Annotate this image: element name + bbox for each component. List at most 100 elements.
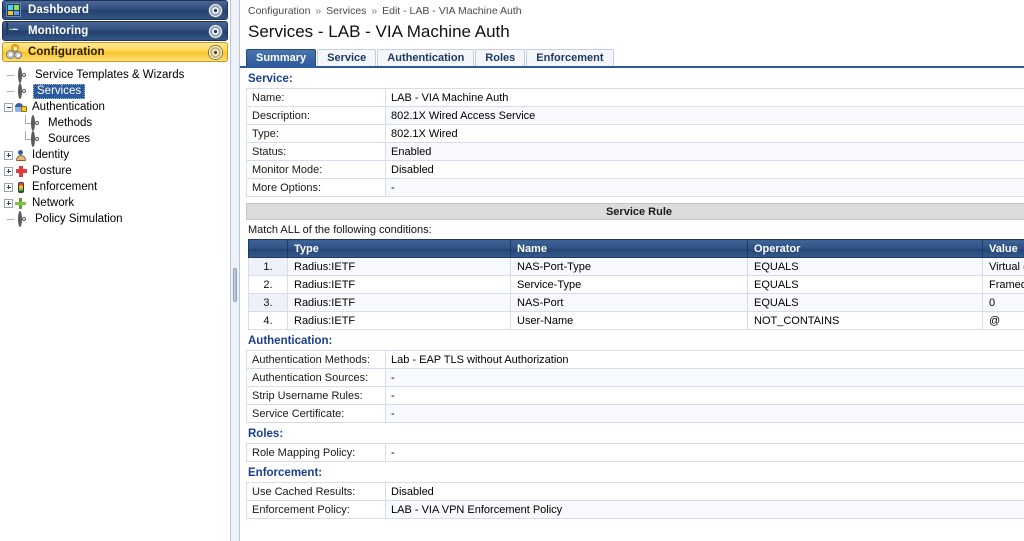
- tree-expand-icon[interactable]: [4, 166, 13, 176]
- tab-roles[interactable]: Roles: [475, 49, 526, 66]
- service-rule-banner: Service Rule: [246, 203, 1024, 220]
- row-value: Lab - EAP TLS without Authorization: [385, 350, 1024, 369]
- application-window: Dashboard Monitoring Configuration Servi…: [0, 0, 1024, 541]
- row-value: Disabled: [385, 482, 1024, 501]
- gear-icon: [18, 211, 30, 227]
- main-content: Configuration » Services » Edit - LAB - …: [240, 0, 1024, 541]
- collapse-toggle-icon[interactable]: [209, 24, 222, 38]
- table-row: Enforcement Policy: LAB - VIA VPN Enforc…: [246, 500, 1024, 519]
- row-label: Service Certificate:: [246, 404, 386, 423]
- network-icon: [15, 197, 27, 210]
- sidebar-item-authentication[interactable]: Authentication: [0, 99, 230, 115]
- table-row: Name: LAB - VIA Machine Auth: [246, 88, 1024, 107]
- sidebar-item-policy-simulation[interactable]: Policy Simulation: [0, 211, 230, 227]
- sidebar-item-label: Services: [33, 83, 86, 99]
- table-row: Type: 802.1X Wired: [246, 124, 1024, 143]
- table-row: Status: Enabled: [246, 142, 1024, 161]
- row-index: 1.: [248, 257, 288, 276]
- sidebar-section-monitoring[interactable]: Monitoring: [2, 21, 228, 41]
- breadcrumb: Configuration » Services » Edit - LAB - …: [240, 0, 1024, 17]
- row-label: Authentication Methods:: [246, 350, 386, 369]
- sidebar-item-label: Identity: [32, 148, 70, 161]
- splitter-grip-handle[interactable]: [233, 268, 237, 302]
- tab-summary[interactable]: Summary: [246, 49, 317, 66]
- cell-type: Radius:IETF: [287, 293, 511, 312]
- cell-name: User-Name: [510, 311, 748, 330]
- tree-connector: [24, 115, 31, 131]
- breadcrumb-separator: »: [315, 5, 322, 17]
- tab-enforcement[interactable]: Enforcement: [526, 49, 614, 66]
- sidebar-section-label: Configuration: [28, 46, 105, 58]
- breadcrumb-separator: »: [371, 5, 378, 17]
- sidebar-section-dashboard[interactable]: Dashboard: [2, 0, 228, 20]
- row-index: 2.: [248, 275, 288, 294]
- row-value: 802.1X Wired Access Service: [385, 106, 1024, 125]
- row-value: -: [385, 368, 1024, 387]
- table-row: Description: 802.1X Wired Access Service: [246, 106, 1024, 125]
- table-row[interactable]: 3. Radius:IETF NAS-Port EQUALS 0: [248, 293, 1024, 312]
- sidebar-item-sources[interactable]: Sources: [0, 131, 230, 147]
- configuration-tree: Service Templates & Wizards Services Aut…: [0, 63, 230, 227]
- row-value: 802.1X Wired: [385, 124, 1024, 143]
- tree-collapse-icon[interactable]: [4, 102, 13, 112]
- row-value: Enabled: [385, 142, 1024, 161]
- collapse-toggle-icon[interactable]: [209, 3, 222, 17]
- table-row[interactable]: 1. Radius:IETF NAS-Port-Type EQUALS Virt…: [248, 257, 1024, 276]
- sidebar-item-service-templates-wizards[interactable]: Service Templates & Wizards: [0, 67, 230, 83]
- sidebar-item-label: Policy Simulation: [35, 212, 123, 225]
- sidebar-item-methods[interactable]: Methods: [0, 115, 230, 131]
- tree-expand-icon[interactable]: [4, 150, 13, 160]
- table-row[interactable]: 2. Radius:IETF Service-Type EQUALS Frame…: [248, 275, 1024, 294]
- tree-expand-icon[interactable]: [4, 182, 13, 192]
- cell-name: NAS-Port: [510, 293, 748, 312]
- table-row[interactable]: 4. Radius:IETF User-Name NOT_CONTAINS @: [248, 311, 1024, 330]
- section-heading-enforcement: Enforcement:: [248, 467, 323, 479]
- cell-value: Framed-User (2): [982, 275, 1024, 294]
- sidebar-item-enforcement[interactable]: Enforcement: [0, 179, 230, 195]
- breadcrumb-item-configuration[interactable]: Configuration: [248, 5, 310, 17]
- sidebar-item-label: Service Templates & Wizards: [35, 68, 185, 81]
- sidebar-item-posture[interactable]: Posture: [0, 163, 230, 179]
- gear-icon: [31, 115, 43, 131]
- table-row: Use Cached Results: Disabled: [246, 482, 1024, 501]
- row-value: -: [385, 178, 1024, 197]
- sidebar-item-network[interactable]: Network: [0, 195, 230, 211]
- sidebar-item-services[interactable]: Services: [0, 83, 230, 99]
- sidebar-item-label: Authentication: [32, 100, 105, 113]
- authentication-icon: [15, 102, 27, 114]
- tree-expand-icon[interactable]: [4, 198, 13, 208]
- row-value: Disabled: [385, 160, 1024, 179]
- column-header-operator[interactable]: Operator: [747, 239, 983, 258]
- tab-service[interactable]: Service: [317, 49, 377, 66]
- table-row: Monitor Mode: Disabled: [246, 160, 1024, 179]
- column-header-value[interactable]: Value: [982, 239, 1024, 258]
- cell-operator: NOT_CONTAINS: [747, 311, 983, 330]
- column-header-index: [248, 239, 288, 258]
- breadcrumb-item-services[interactable]: Services: [326, 5, 366, 17]
- cell-value: Virtual (5): [982, 257, 1024, 276]
- row-label: More Options:: [246, 178, 386, 197]
- row-label: Strip Username Rules:: [246, 386, 386, 405]
- gear-icon: [18, 67, 30, 83]
- collapse-toggle-icon[interactable]: [209, 45, 222, 59]
- tree-stub: [7, 87, 16, 96]
- row-value: LAB - VIA VPN Enforcement Policy: [385, 500, 1024, 519]
- cell-name: Service-Type: [510, 275, 748, 294]
- cell-operator: EQUALS: [747, 257, 983, 276]
- cross-icon: [15, 165, 27, 178]
- column-header-name[interactable]: Name: [510, 239, 748, 258]
- tab-authentication[interactable]: Authentication: [377, 49, 475, 66]
- sidebar-section-configuration[interactable]: Configuration: [2, 42, 228, 62]
- column-header-type[interactable]: Type: [287, 239, 511, 258]
- sidebar-item-identity[interactable]: Identity: [0, 147, 230, 163]
- sidebar-item-label: Posture: [32, 164, 72, 177]
- row-value: LAB - VIA Machine Auth: [385, 88, 1024, 107]
- row-label: Status:: [246, 142, 386, 161]
- cell-type: Radius:IETF: [287, 275, 511, 294]
- row-label: Role Mapping Policy:: [246, 443, 386, 462]
- sidebar-item-label: Sources: [48, 132, 91, 145]
- sidebar-splitter[interactable]: [231, 0, 240, 541]
- row-label: Enforcement Policy:: [246, 500, 386, 519]
- row-label: Description:: [246, 106, 386, 125]
- section-heading-service: Service:: [248, 73, 293, 85]
